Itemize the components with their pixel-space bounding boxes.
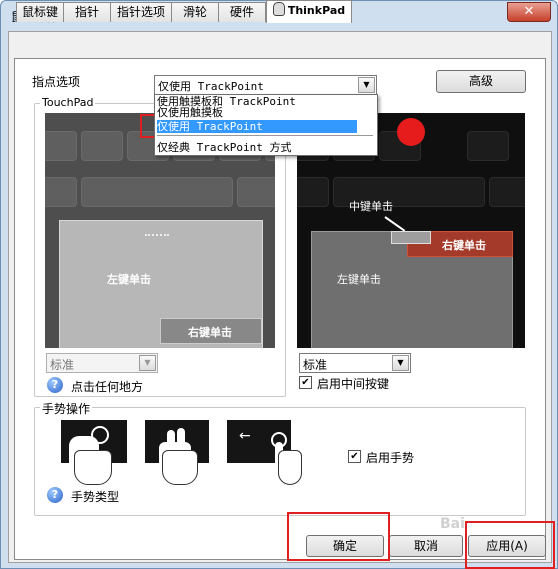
enable-gestures-label: 启用手势 [366, 451, 415, 465]
arrow-pointer-icon [384, 216, 406, 232]
touchpad-mode-select[interactable]: 标准 ▼ [46, 353, 158, 373]
trackpoint-middle-click-label: 中键单击 [349, 200, 393, 213]
trackpoint-mode-select[interactable]: 标准 ▼ [299, 353, 411, 373]
chevron-down-icon[interactable]: ▼ [358, 77, 375, 93]
gestures-group-title: 手势操作 [40, 400, 93, 417]
trackpoint-left-click-label: 左键单击 [337, 273, 381, 286]
touchpad-right-click-zone: 右键单击 [160, 318, 262, 344]
pointing-mode-select[interactable]: 仅使用 TrackPoint ▼ [154, 75, 377, 95]
cancel-button[interactable]: 取消 [389, 535, 463, 557]
tab-thinkpad-label: ThinkPad [287, 4, 346, 17]
tab-thinkpad[interactable]: ThinkPad [266, 0, 352, 23]
tab-wheel[interactable]: 滑轮 [171, 2, 219, 22]
pointing-mode-dropdown-list: 使用触摸板和 TrackPoint 仅使用触摸板 仅使用 TrackPoint … [154, 94, 378, 156]
middle-button-zone [391, 231, 431, 244]
keyboard-row [297, 177, 525, 207]
trackpoint-nub [397, 118, 425, 146]
keyboard-row [45, 177, 275, 207]
advanced-button[interactable]: 高级 [436, 70, 526, 93]
pointing-options-label: 指点选项 [32, 75, 81, 89]
dropdown-separator [157, 135, 373, 136]
tab-pointers[interactable]: 指针 [63, 2, 111, 22]
dropdown-option-touchpad-only[interactable]: 仅使用触摸板 [157, 106, 375, 119]
annotation-highlight-ok [287, 512, 390, 561]
help-icon[interactable]: ? [47, 377, 63, 393]
dropdown-option-classic-trackpoint[interactable]: 仅经典 TrackPoint 方式 [157, 141, 375, 154]
touchpad-left-click-label: 左键单击 [107, 273, 151, 286]
enable-gestures-checkbox[interactable]: ✔ [348, 450, 361, 463]
dropdown-option-trackpoint-only[interactable]: 仅使用 TrackPoint [157, 120, 357, 133]
annotation-highlight-apply [465, 521, 555, 569]
touchpad-notch [145, 234, 169, 238]
close-button[interactable]: ✕ [507, 2, 551, 22]
tab-buttons[interactable]: 鼠标键 [16, 2, 64, 22]
touchpad-help-link[interactable]: 点击任何地方 [71, 378, 143, 395]
trackpoint-mode-value: 标准 [303, 358, 328, 372]
trackpoint-right-click-label: 右键单击 [442, 239, 486, 252]
touchpad-mode-value: 标准 [50, 358, 75, 372]
touchpad-group-title: TouchPad [40, 96, 96, 109]
help-icon[interactable]: ? [47, 487, 63, 503]
gesture-hands-illustration [70, 450, 302, 485]
tab-hardware[interactable]: 硬件 [218, 2, 266, 22]
enable-middle-button-label: 启用中间按键 [317, 377, 390, 391]
thinkpad-icon [272, 2, 285, 16]
touchpad-right-click-label: 右键单击 [188, 326, 232, 339]
chevron-down-icon[interactable]: ▼ [392, 355, 409, 371]
pointing-mode-value: 仅使用 TrackPoint [158, 80, 264, 93]
enable-middle-button-checkbox[interactable]: ✔ [299, 376, 312, 389]
chevron-down-icon[interactable]: ▼ [139, 355, 156, 371]
watermark-logo: Bai [440, 516, 465, 532]
gesture-types-link[interactable]: 手势类型 [71, 488, 119, 505]
tab-pointer-options[interactable]: 指针选项 [110, 2, 172, 22]
